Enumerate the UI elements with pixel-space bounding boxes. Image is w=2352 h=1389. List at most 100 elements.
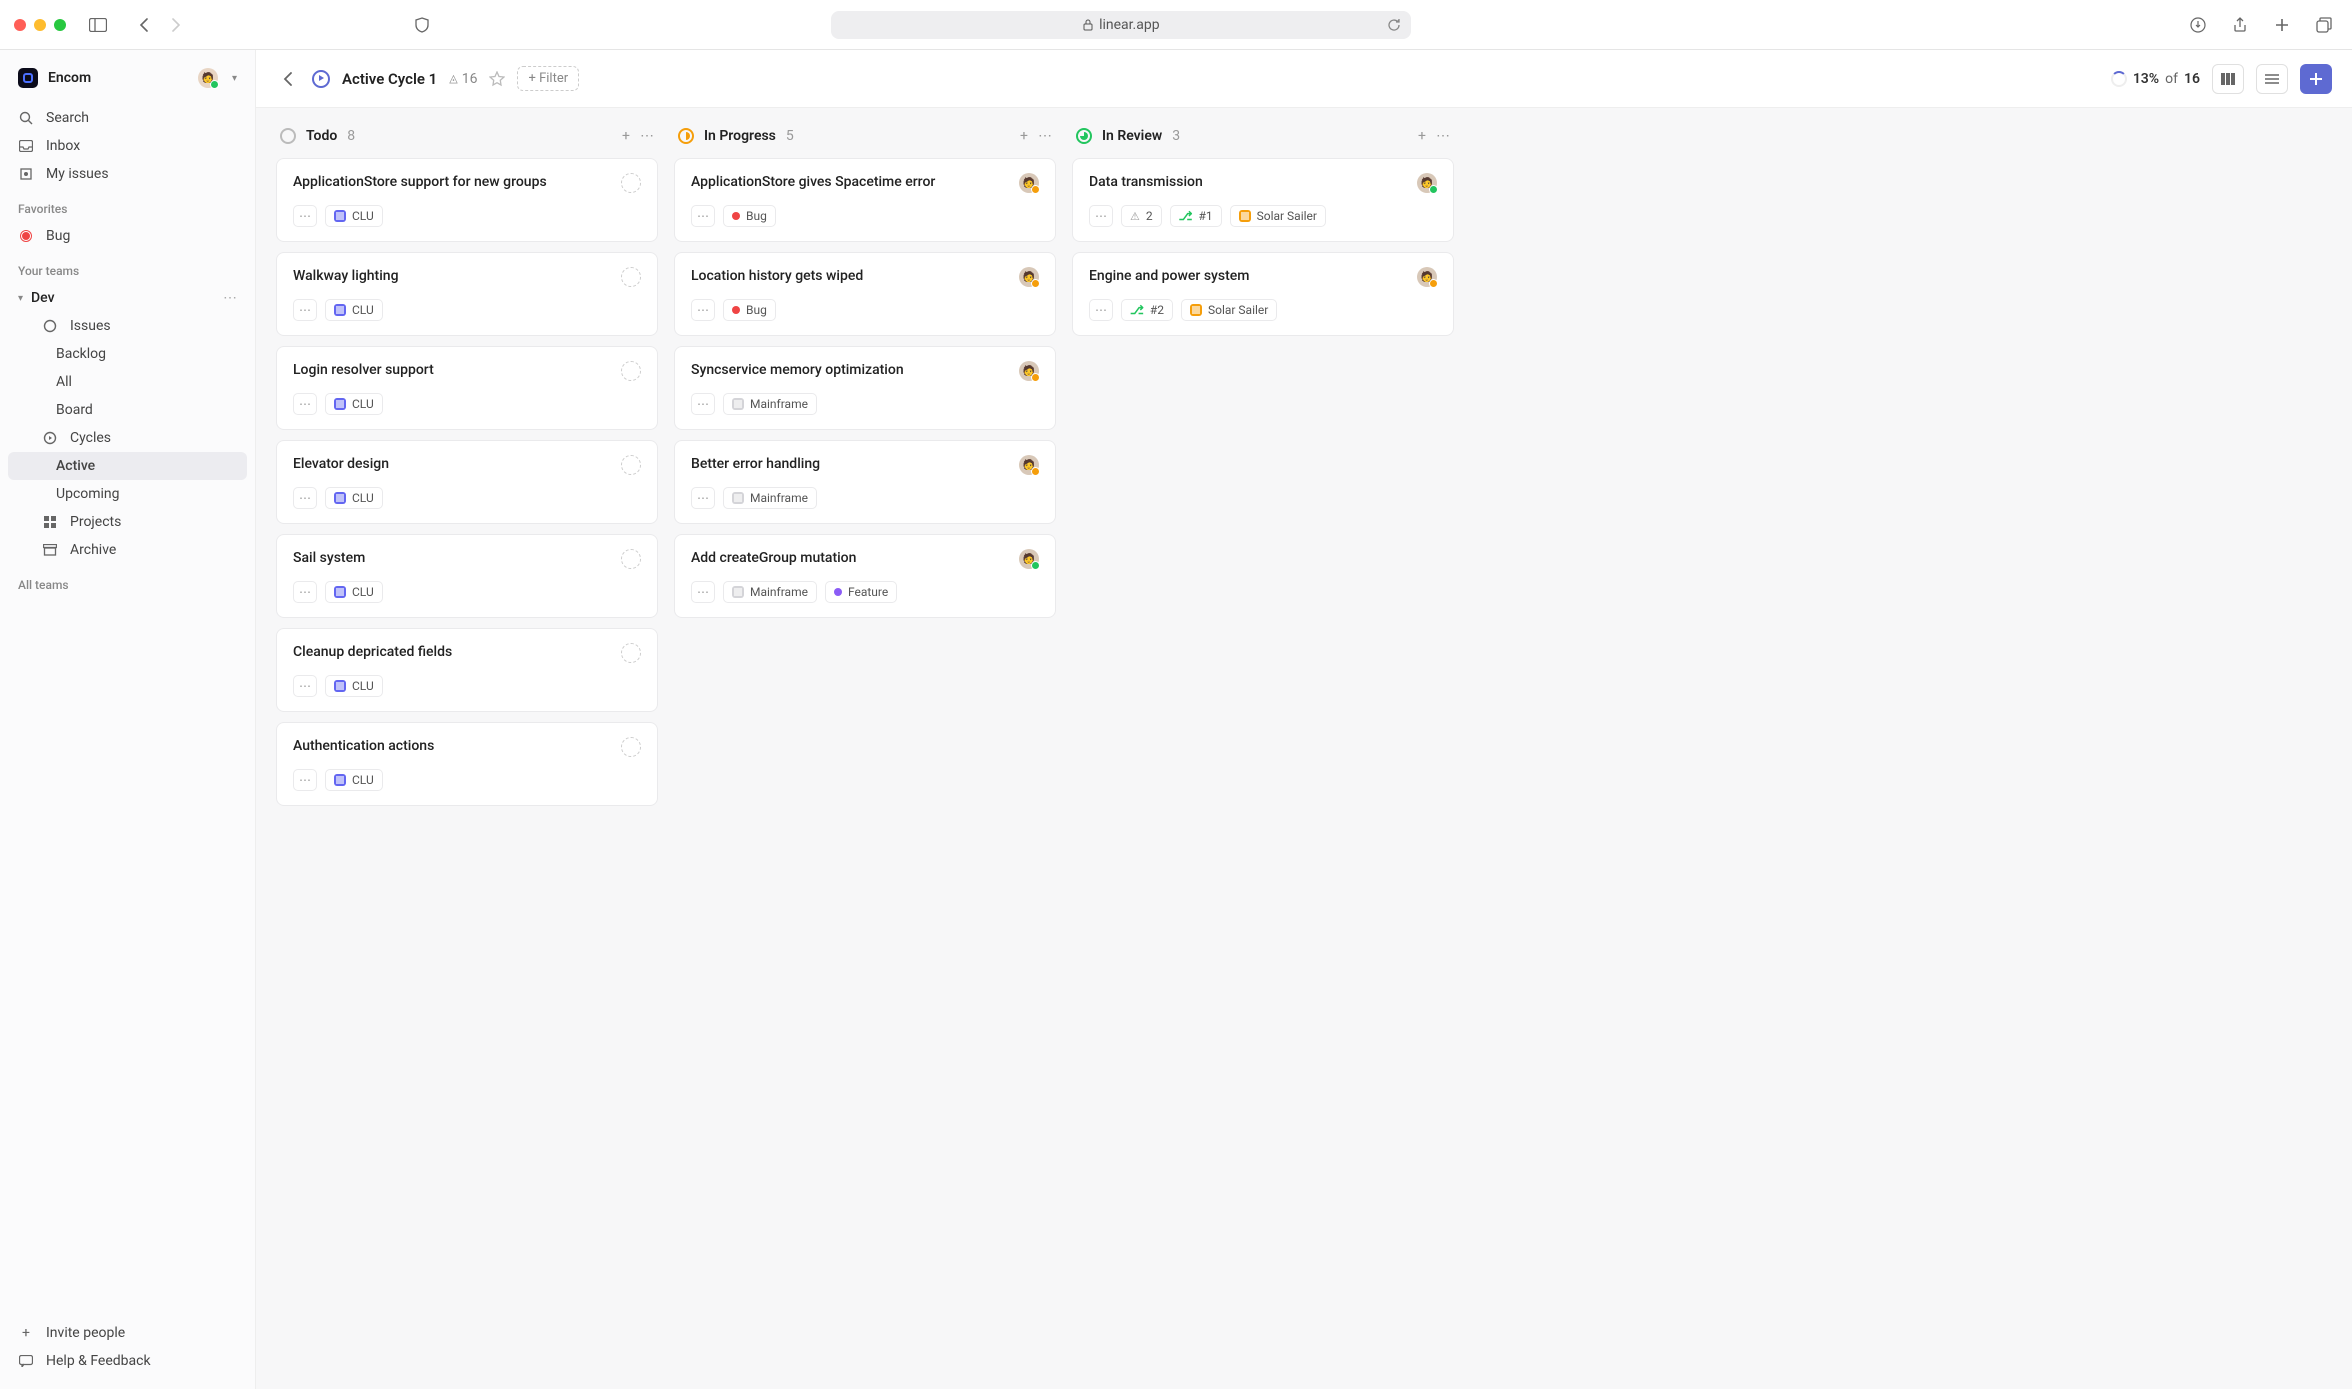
issue-card[interactable]: Login resolver support ⋯ CLU <box>276 346 658 430</box>
browser-back-icon[interactable] <box>130 11 158 39</box>
filter-button[interactable]: + Filter <box>517 66 579 91</box>
card-more-button[interactable]: ⋯ <box>691 205 715 227</box>
project-chip[interactable]: CLU <box>325 487 383 509</box>
nav-upcoming[interactable]: Upcoming <box>8 480 247 508</box>
label-chip[interactable]: Bug <box>723 205 776 227</box>
project-chip[interactable]: CLU <box>325 769 383 791</box>
card-more-button[interactable]: ⋯ <box>293 487 317 509</box>
project-chip[interactable]: CLU <box>325 393 383 415</box>
nav-search[interactable]: Search <box>8 104 247 132</box>
column-more-button[interactable]: ⋯ <box>1038 128 1052 144</box>
project-chip[interactable]: Solar Sailer <box>1181 299 1277 321</box>
team-row-dev[interactable]: ▾ Dev ⋯ <box>8 284 247 312</box>
assignee-avatar[interactable]: 🧑 <box>1019 455 1039 475</box>
assignee-avatar[interactable]: 🧑 <box>1019 361 1039 381</box>
user-avatar[interactable]: 🧑 <box>198 68 218 88</box>
pr-chip[interactable]: ⎇#2 <box>1121 299 1173 321</box>
issue-card[interactable]: Better error handling 🧑 ⋯ Mainframe <box>674 440 1056 524</box>
pr-chip[interactable]: ⎇#1 <box>1170 205 1222 227</box>
nav-issues[interactable]: Issues <box>8 312 247 340</box>
assignee-avatar[interactable]: 🧑 <box>1417 267 1437 287</box>
nav-my-issues[interactable]: My issues <box>8 160 247 188</box>
new-issue-button[interactable] <box>2300 64 2332 94</box>
tabs-icon[interactable] <box>2310 11 2338 39</box>
project-chip[interactable]: Mainframe <box>723 487 817 509</box>
workspace-switcher[interactable]: Encom 🧑 ▾ <box>8 64 247 104</box>
issue-card[interactable]: ApplicationStore support for new groups … <box>276 158 658 242</box>
label-chip[interactable]: Feature <box>825 581 897 603</box>
project-chip[interactable]: CLU <box>325 299 383 321</box>
card-more-button[interactable]: ⋯ <box>1089 299 1113 321</box>
project-chip[interactable]: CLU <box>325 675 383 697</box>
blocked-chip[interactable]: ⚠2 <box>1121 205 1162 227</box>
assignee-avatar[interactable]: 🧑 <box>1019 549 1039 569</box>
card-more-button[interactable]: ⋯ <box>691 299 715 321</box>
project-chip[interactable]: Mainframe <box>723 393 817 415</box>
share-icon[interactable] <box>2226 11 2254 39</box>
card-more-button[interactable]: ⋯ <box>1089 205 1113 227</box>
issue-card[interactable]: Add createGroup mutation 🧑 ⋯ MainframeFe… <box>674 534 1056 618</box>
shield-icon[interactable] <box>408 11 436 39</box>
board-view-button[interactable] <box>2212 64 2244 94</box>
close-window-icon[interactable] <box>14 19 26 31</box>
download-icon[interactable] <box>2184 11 2212 39</box>
star-icon[interactable] <box>489 71 505 87</box>
project-chip[interactable]: Solar Sailer <box>1230 205 1326 227</box>
issue-card[interactable]: Elevator design ⋯ CLU <box>276 440 658 524</box>
card-more-button[interactable]: ⋯ <box>293 675 317 697</box>
back-button[interactable] <box>276 67 300 91</box>
assignee-avatar[interactable]: 🧑 <box>1019 173 1039 193</box>
nav-help[interactable]: Help & Feedback <box>8 1347 247 1375</box>
column-more-button[interactable]: ⋯ <box>640 128 654 144</box>
label-chip[interactable]: Bug <box>723 299 776 321</box>
scope-count[interactable]: ◬ 16 <box>449 71 477 87</box>
add-card-button[interactable]: + <box>1418 128 1426 144</box>
new-tab-icon[interactable] <box>2268 11 2296 39</box>
issue-card[interactable]: Authentication actions ⋯ CLU <box>276 722 658 806</box>
column-more-button[interactable]: ⋯ <box>1436 128 1450 144</box>
nav-inbox[interactable]: Inbox <box>8 132 247 160</box>
issue-card[interactable]: Syncservice memory optimization 🧑 ⋯ Main… <box>674 346 1056 430</box>
section-all-teams[interactable]: All teams <box>8 564 247 598</box>
list-view-button[interactable] <box>2256 64 2288 94</box>
unassigned-icon[interactable] <box>621 173 641 193</box>
unassigned-icon[interactable] <box>621 737 641 757</box>
unassigned-icon[interactable] <box>621 267 641 287</box>
assignee-avatar[interactable]: 🧑 <box>1019 267 1039 287</box>
maximize-window-icon[interactable] <box>54 19 66 31</box>
issue-card[interactable]: Walkway lighting ⋯ CLU <box>276 252 658 336</box>
unassigned-icon[interactable] <box>621 643 641 663</box>
reload-icon[interactable] <box>1387 18 1401 32</box>
unassigned-icon[interactable] <box>621 549 641 569</box>
nav-active[interactable]: Active <box>8 452 247 480</box>
assignee-avatar[interactable]: 🧑 <box>1417 173 1437 193</box>
issue-card[interactable]: Sail system ⋯ CLU <box>276 534 658 618</box>
nav-invite[interactable]: + Invite people <box>8 1319 247 1347</box>
card-more-button[interactable]: ⋯ <box>691 487 715 509</box>
nav-projects[interactable]: Projects <box>8 508 247 536</box>
project-chip[interactable]: CLU <box>325 205 383 227</box>
issue-card[interactable]: ApplicationStore gives Spacetime error 🧑… <box>674 158 1056 242</box>
card-more-button[interactable]: ⋯ <box>293 205 317 227</box>
card-more-button[interactable]: ⋯ <box>293 393 317 415</box>
card-more-button[interactable]: ⋯ <box>293 581 317 603</box>
nav-all[interactable]: All <box>8 368 247 396</box>
sidebar-toggle-icon[interactable] <box>84 11 112 39</box>
project-chip[interactable]: CLU <box>325 581 383 603</box>
card-more-button[interactable]: ⋯ <box>691 393 715 415</box>
add-card-button[interactable]: + <box>622 128 630 144</box>
nav-board[interactable]: Board <box>8 396 247 424</box>
unassigned-icon[interactable] <box>621 361 641 381</box>
issue-card[interactable]: Location history gets wiped 🧑 ⋯ Bug <box>674 252 1056 336</box>
minimize-window-icon[interactable] <box>34 19 46 31</box>
browser-forward-icon[interactable] <box>162 11 190 39</box>
url-bar[interactable]: linear.app <box>831 11 1411 39</box>
unassigned-icon[interactable] <box>621 455 641 475</box>
nav-cycles[interactable]: Cycles <box>8 424 247 452</box>
more-icon[interactable]: ⋯ <box>223 290 237 306</box>
add-card-button[interactable]: + <box>1020 128 1028 144</box>
issue-card[interactable]: Engine and power system 🧑 ⋯ ⎇#2Solar Sai… <box>1072 252 1454 336</box>
nav-backlog[interactable]: Backlog <box>8 340 247 368</box>
issue-card[interactable]: Cleanup depricated fields ⋯ CLU <box>276 628 658 712</box>
project-chip[interactable]: Mainframe <box>723 581 817 603</box>
